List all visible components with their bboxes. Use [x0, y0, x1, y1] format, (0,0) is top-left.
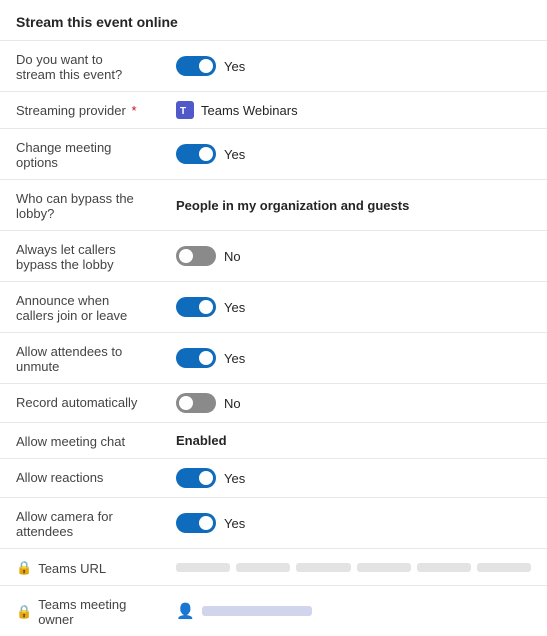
toggle-label: Yes	[224, 471, 245, 486]
row-label: Record automatically	[0, 384, 160, 423]
toggle-wrapper[interactable]: Yes	[176, 144, 531, 164]
toggle-wrapper[interactable]: Yes	[176, 468, 531, 488]
provider-name: Teams Webinars	[201, 103, 298, 118]
toggle-wrapper[interactable]: Yes	[176, 56, 531, 76]
table-row: Announce when callers join or leave Yes	[0, 282, 547, 333]
table-row: Allow reactions Yes	[0, 459, 547, 498]
row-label: Streaming provider *	[0, 92, 160, 129]
url-blurred-segment	[296, 563, 350, 572]
toggle-wrapper[interactable]: Yes	[176, 297, 531, 317]
row-label: Always let callers bypass the lobby	[0, 231, 160, 282]
toggle-switch[interactable]	[176, 297, 216, 317]
url-wrapper	[176, 563, 531, 572]
toggle-label: Yes	[224, 516, 245, 531]
url-blurred-segment	[176, 563, 230, 572]
toggle-track	[176, 513, 216, 533]
toggle-label: No	[224, 249, 241, 264]
row-label: Do you want to stream this event?	[0, 41, 160, 92]
toggle-track	[176, 468, 216, 488]
provider-wrapper: T Teams Webinars	[176, 101, 531, 119]
owner-wrapper: 👤	[176, 602, 531, 620]
bold-value: People in my organization and guests	[176, 198, 409, 213]
toggle-label: No	[224, 396, 241, 411]
toggle-label: Yes	[224, 300, 245, 315]
toggle-switch[interactable]	[176, 348, 216, 368]
row-label: Teams URL	[38, 561, 106, 576]
toggle-switch[interactable]	[176, 56, 216, 76]
toggle-switch[interactable]	[176, 393, 216, 413]
row-label: Teams meeting owner	[38, 597, 144, 627]
label-with-lock: 🔒 Teams URL	[16, 560, 144, 576]
toggle-track	[176, 246, 216, 266]
toggle-track	[176, 56, 216, 76]
url-blurred-segment	[477, 563, 531, 572]
table-row: 🔒 Teams URL	[0, 549, 547, 586]
table-row: Allow meeting chat Enabled	[0, 423, 547, 459]
toggle-label: Yes	[224, 59, 245, 74]
required-star: *	[128, 103, 137, 118]
table-row: Streaming provider * T Teams Webinars	[0, 92, 547, 129]
owner-blurred	[202, 606, 312, 616]
toggle-switch[interactable]	[176, 246, 216, 266]
row-label: Allow attendees to unmute	[0, 333, 160, 384]
svg-text:T: T	[180, 106, 186, 117]
toggle-wrapper[interactable]: No	[176, 246, 531, 266]
row-label: Allow reactions	[0, 459, 160, 498]
table-row: Change meeting options Yes	[0, 129, 547, 180]
row-label: Change meeting options	[0, 129, 160, 180]
table-row: Allow attendees to unmute Yes	[0, 333, 547, 384]
row-label: Who can bypass the lobby?	[0, 180, 160, 231]
toggle-track	[176, 297, 216, 317]
toggle-track	[176, 144, 216, 164]
row-label: Allow camera for attendees	[0, 498, 160, 549]
toggle-switch[interactable]	[176, 144, 216, 164]
row-label: Allow meeting chat	[0, 423, 160, 459]
lock-icon: 🔒	[16, 560, 32, 576]
url-blurred-segment	[236, 563, 290, 572]
toggle-label: Yes	[224, 147, 245, 162]
lock-icon: 🔒	[16, 604, 32, 620]
table-row: Record automatically No	[0, 384, 547, 423]
toggle-thumb	[179, 396, 193, 410]
url-blurred-segment	[357, 563, 411, 572]
toggle-wrapper[interactable]: Yes	[176, 513, 531, 533]
teams-icon: T	[176, 101, 194, 119]
toggle-thumb	[199, 471, 213, 485]
table-row: Who can bypass the lobby? People in my or…	[0, 180, 547, 231]
row-label: Announce when callers join or leave	[0, 282, 160, 333]
table-row: Do you want to stream this event? Yes	[0, 41, 547, 92]
toggle-thumb	[199, 147, 213, 161]
settings-table: Do you want to stream this event? Yes Stre…	[0, 40, 547, 636]
toggle-wrapper[interactable]: Yes	[176, 348, 531, 368]
label-with-lock: 🔒 Teams meeting owner	[16, 597, 144, 627]
bold-value: Enabled	[176, 433, 227, 448]
table-row: Allow camera for attendees Yes	[0, 498, 547, 549]
table-row: 🔒 Teams meeting owner 👤	[0, 586, 547, 636]
table-row: Always let callers bypass the lobby No	[0, 231, 547, 282]
toggle-thumb	[199, 516, 213, 530]
toggle-switch[interactable]	[176, 468, 216, 488]
toggle-thumb	[199, 300, 213, 314]
toggle-thumb	[199, 351, 213, 365]
toggle-track	[176, 393, 216, 413]
toggle-thumb	[179, 249, 193, 263]
person-icon: 👤	[176, 602, 195, 620]
toggle-wrapper[interactable]: No	[176, 393, 531, 413]
toggle-label: Yes	[224, 351, 245, 366]
page-title: Stream this event online	[0, 0, 547, 40]
toggle-track	[176, 348, 216, 368]
toggle-switch[interactable]	[176, 513, 216, 533]
toggle-thumb	[199, 59, 213, 73]
url-blurred-segment	[417, 563, 471, 572]
